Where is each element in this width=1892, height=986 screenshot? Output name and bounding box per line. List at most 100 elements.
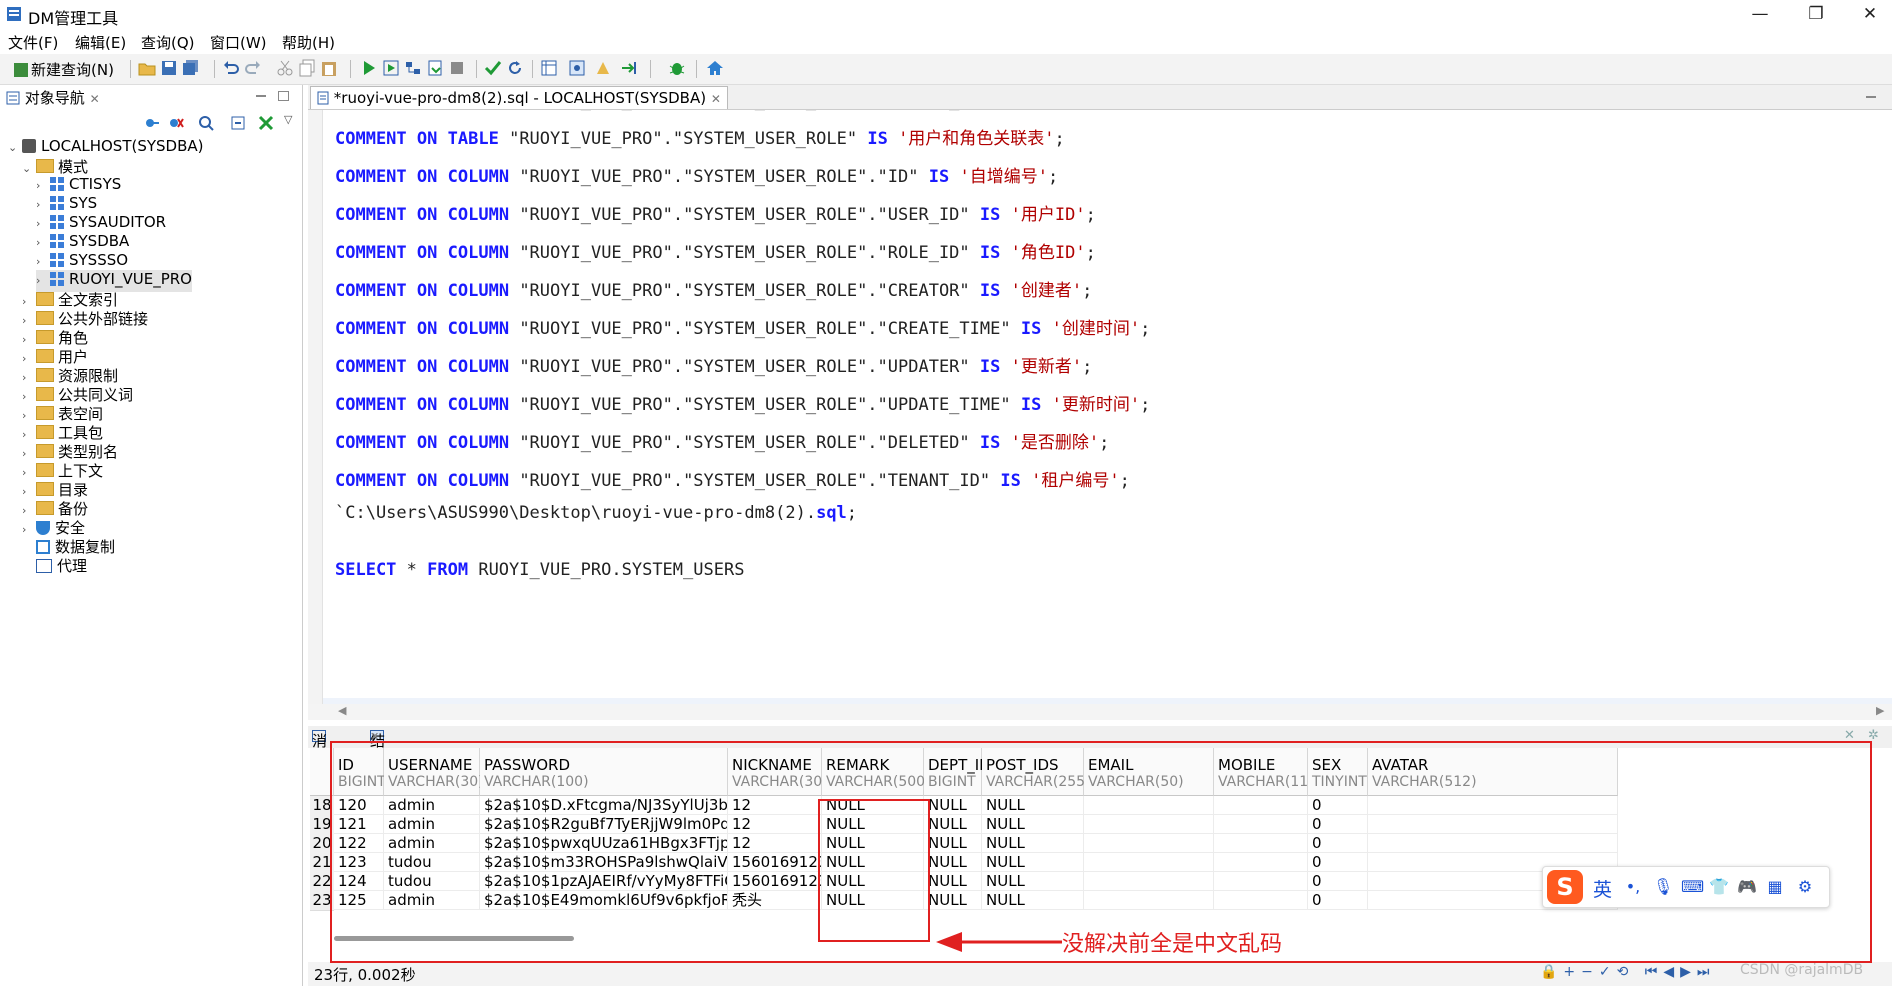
tab-object-navigator[interactable]: 对象导航 ✕ [6,87,100,109]
code-token: COMMENT [335,243,407,263]
link-editor-icon[interactable] [258,115,274,131]
scroll-right-icon[interactable]: ▶ [1876,704,1884,717]
minimize-panel-icon[interactable] [256,95,266,97]
code-token: ; [1099,433,1110,453]
expand-chevron-icon[interactable]: ⌄ [8,141,22,154]
expand-chevron-icon[interactable]: › [22,371,36,384]
expand-chevron-icon[interactable]: › [22,466,36,479]
connect-icon[interactable] [144,115,160,131]
tab-sql-editor[interactable]: *ruoyi-vue-pro-dm8(2).sql - LOCALHOST(SY… [310,86,728,109]
close-icon[interactable]: ✕ [90,92,100,106]
disconnect-icon[interactable] [168,115,184,131]
code-token: '创建者' [1010,281,1083,301]
code-token: '租户编号' [1031,110,1119,111]
expand-chevron-icon[interactable]: › [22,409,36,422]
ime-toolbar[interactable]: S 英 •, 🎙 ⌨ 👕 🎮 ▦ ⚙ [1542,866,1830,908]
editor-horizontal-scrollbar[interactable]: ◀ ▶ [308,704,1892,720]
minimize-button[interactable]: — [1740,2,1780,26]
keyboard-icon[interactable]: ⌨ [1681,877,1704,897]
cut-icon[interactable] [276,59,294,77]
expand-chevron-icon[interactable]: › [22,352,36,365]
code-line: COMMENT ON TABLE "RUOYI_VUE_PRO"."SYSTEM… [335,124,1065,149]
menu-file[interactable]: 文件(F) [8,32,58,53]
folder-icon [36,330,54,344]
code-token: COMMENT [335,205,407,225]
maximize-button[interactable]: ❐ [1796,2,1836,26]
expand-chevron-icon[interactable]: › [36,198,50,211]
expand-chevron-icon[interactable]: › [22,447,36,460]
paste-icon[interactable] [320,59,338,77]
expand-chevron-icon[interactable]: › [22,523,36,536]
expand-chevron-icon[interactable]: › [22,333,36,346]
collapse-all-icon[interactable] [230,115,246,131]
minimize-editor-icon[interactable] [1866,96,1876,98]
expand-chevron-icon[interactable]: › [22,485,36,498]
redo-icon[interactable] [244,59,262,77]
execute-plan-icon[interactable] [404,59,422,77]
copy-icon[interactable] [298,59,316,77]
expand-chevron-icon[interactable]: ⌄ [22,162,36,175]
ime-settings-icon[interactable]: ⚙ [1795,877,1815,897]
code-token: IS [867,129,888,149]
close-icon[interactable]: ✕ [711,92,721,106]
annotation-text: 没解决前全是中文乱码 [1062,932,1283,957]
open-folder-icon[interactable] [138,59,156,77]
execute-icon[interactable] [360,59,378,77]
close-button[interactable]: ✕ [1850,2,1890,26]
tree-item-label: LOCALHOST(SYSDBA) [41,137,204,155]
maximize-panel-icon[interactable] [278,91,289,101]
code-line-select: SELECT * FROM RUOYI_VUE_PRO.SYSTEM_USERS [335,560,744,580]
stop-icon[interactable] [448,59,466,77]
query-builder-icon[interactable] [540,59,558,77]
expand-chevron-icon[interactable]: › [22,295,36,308]
bug-icon[interactable] [668,59,686,77]
code-line-path: `C:\Users\ASUS990\Desktop\ruoyi-vue-pro-… [335,503,857,523]
debug-icon[interactable] [594,59,612,77]
undo-icon[interactable] [222,59,240,77]
code-token: IS [1000,471,1021,491]
sql-editor[interactable]: COMMENT ON COLUMN "RUOYI_VUE_PRO"."SYSTE… [308,110,1892,704]
tree-item-label: SYS [69,194,98,212]
view-menu-chevron-icon[interactable]: ▽ [284,113,292,126]
game-icon[interactable]: 🎮 [1737,877,1757,897]
expand-chevron-icon[interactable]: › [36,274,50,287]
grid-navigation-icons[interactable]: 🔒+−✓⟲ ⏮◀▶⏭ [1540,964,1716,980]
code-token: COLUMN [448,110,509,111]
commit-icon[interactable] [484,59,502,77]
expand-chevron-icon[interactable]: › [36,217,50,230]
menu-edit[interactable]: 编辑(E) [75,32,126,53]
expand-chevron-icon[interactable]: › [22,390,36,403]
expand-chevron-icon[interactable]: › [22,314,36,327]
punctuation-icon[interactable]: •, [1623,877,1643,897]
save-all-icon[interactable] [182,59,200,77]
home-icon[interactable] [706,59,724,77]
search-icon[interactable] [198,115,214,131]
new-query-button[interactable]: 新建查询(N) [14,59,114,80]
menu-help[interactable]: 帮助(H) [282,32,335,53]
rollback-icon[interactable] [506,59,524,77]
ime-language-toggle[interactable]: 英 [1593,875,1612,902]
microphone-icon[interactable]: 🎙 [1653,877,1673,897]
scroll-left-icon[interactable]: ◀ [338,704,346,717]
tree-item-label: 目录 [58,481,89,499]
execute-script-icon[interactable] [382,59,400,77]
menu-query[interactable]: 查询(Q) [141,32,195,53]
window-title: DM管理工具 [28,9,119,28]
step-icon[interactable] [620,59,638,77]
expand-chevron-icon[interactable]: › [22,504,36,517]
expand-chevron-icon[interactable]: › [22,428,36,441]
tree-item[interactable]: 代理 [22,555,87,577]
menu-window[interactable]: 窗口(W) [210,32,267,53]
export-icon[interactable] [426,59,444,77]
expand-chevron-icon[interactable]: › [36,236,50,249]
schema-design-icon[interactable] [568,59,586,77]
expand-chevron-icon[interactable]: › [36,179,50,192]
code-token: IS [979,357,1001,377]
expand-chevron-icon[interactable]: › [36,255,50,268]
skin-icon[interactable]: 👕 [1709,877,1729,897]
toolbox-icon[interactable]: ▦ [1765,877,1785,897]
save-icon[interactable] [160,59,178,77]
